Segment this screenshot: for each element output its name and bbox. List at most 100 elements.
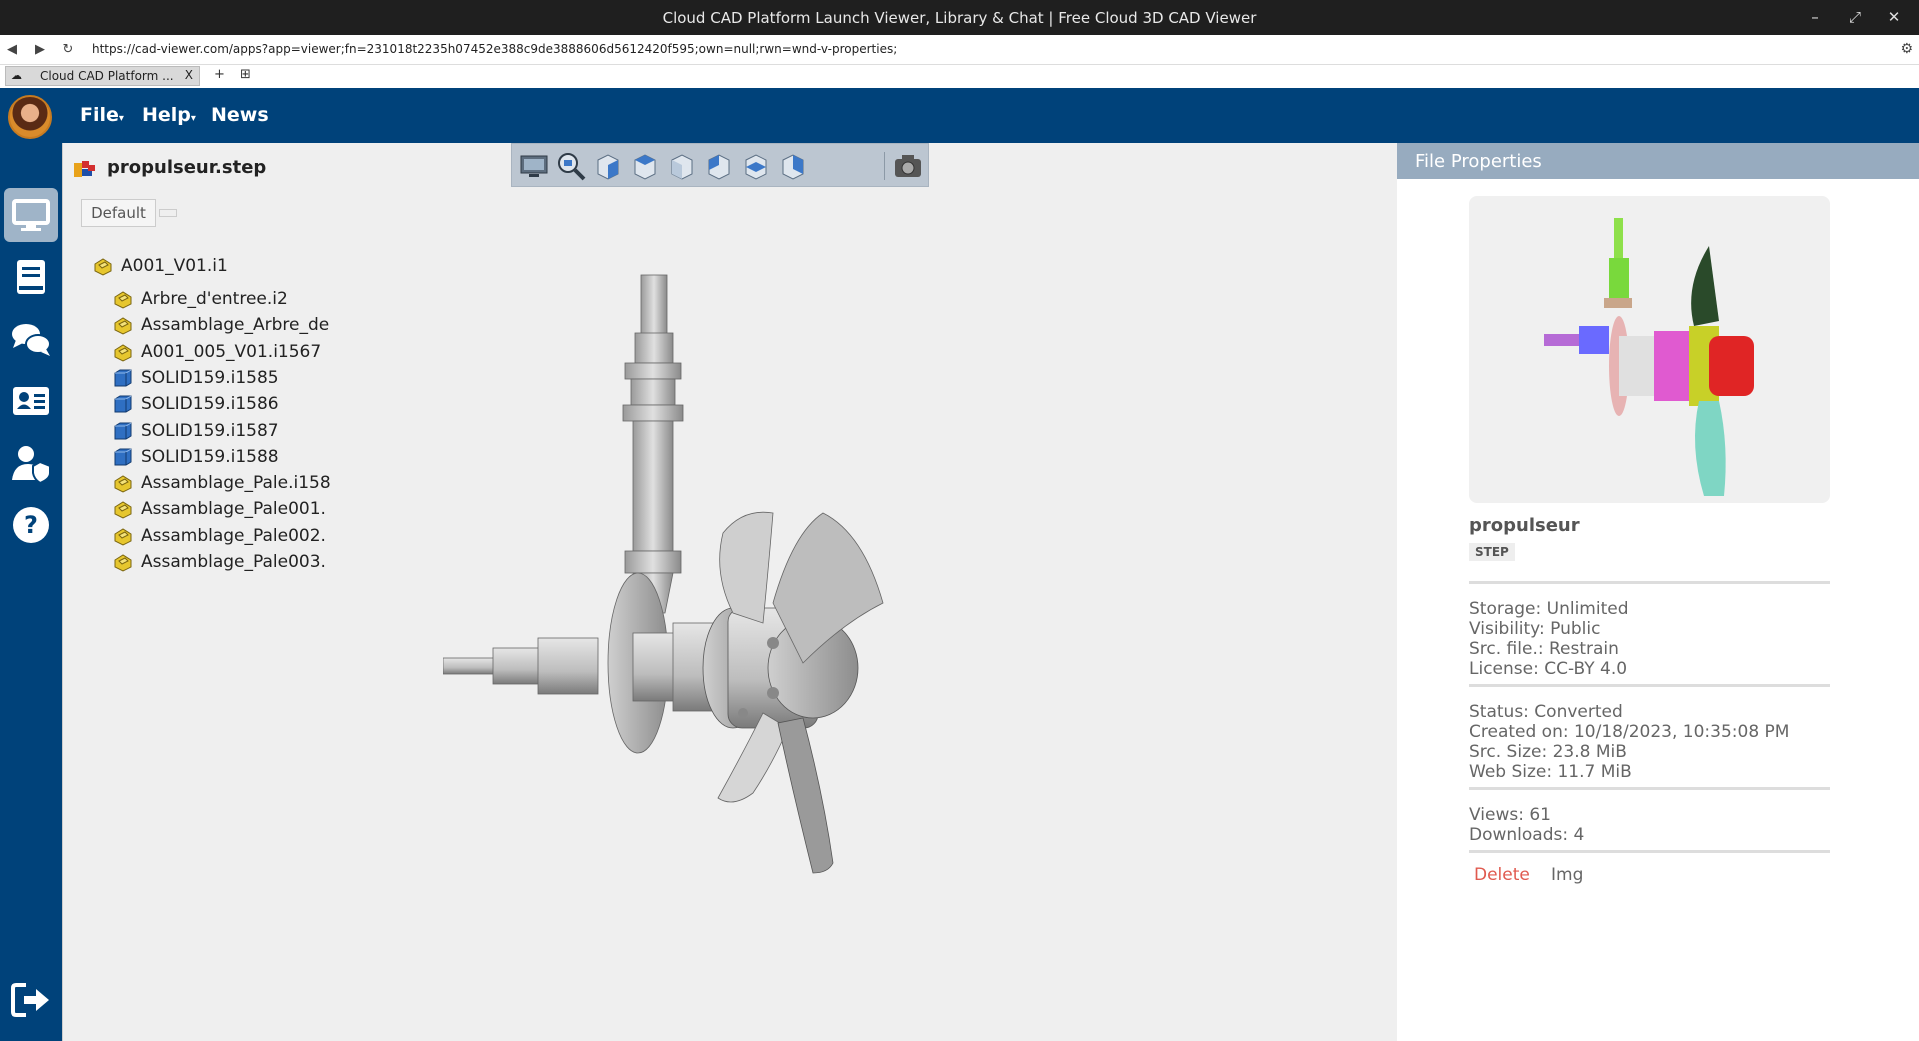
app-sidebar: ? [0,88,62,1041]
tree-item[interactable]: Assamblage_Pale003. [113,549,326,575]
tree-item[interactable]: Assamblage_Pale001. [113,496,326,522]
file-name: propulseur.step [107,157,267,178]
tab-bar: ☁ Cloud CAD Platform ... X [0,65,1919,88]
menu-help-label: Help [142,104,191,126]
3d-model-viewport[interactable] [443,273,983,913]
view-top-icon[interactable] [740,150,772,182]
tree-item[interactable]: Assamblage_Arbre_de [113,312,329,338]
src-file-info: Src. file.: Restrain [1469,639,1619,659]
assembly-icon [114,317,132,335]
assembly-tree: A001_V01.i1 Arbre_d'entree.i2 Assamblage_… [93,247,393,647]
tab-label: Cloud CAD Platform ... [40,69,174,83]
menu-news[interactable]: News [211,104,269,126]
close-window-button[interactable]: ✕ [1884,8,1904,26]
user-shield-icon[interactable] [4,436,58,490]
tree-item-label: SOLID159.i1587 [141,420,279,441]
configuration-select[interactable]: Default [81,199,156,227]
assembly-icon [114,528,132,546]
tree-item-label: Assamblage_Pale002. [141,525,326,546]
menu-help[interactable]: Help▾ [142,104,196,126]
divider [1469,787,1830,790]
zoom-fit-icon[interactable] [555,150,587,182]
assembly-icon [114,554,132,572]
tree-item[interactable]: Assamblage_Pale002. [113,523,326,549]
url-field[interactable]: https://cad-viewer.com/apps?app=viewer;f… [92,42,897,56]
tab-cad-platform[interactable]: ☁ Cloud CAD Platform ... X [5,66,200,86]
chevron-down-icon: ▾ [118,113,124,124]
tree-item-label: Assamblage_Pale003. [141,552,326,572]
menu-file-label: File [80,104,119,126]
assembly-icon [114,475,132,493]
divider [1469,850,1830,853]
chevron-down-icon: ▾ [190,113,196,124]
tree-item[interactable]: SOLID159.i1585 [113,365,279,391]
view-toolbar [511,143,929,187]
svg-text:?: ? [24,511,38,539]
tab-close-button[interactable]: X [185,68,193,82]
file-title: propulseur [1469,515,1580,536]
tree-item-label: SOLID159.i1585 [141,367,279,388]
img-button[interactable]: Img [1551,865,1583,885]
reload-icon[interactable]: ↻ [60,42,76,57]
avatar[interactable] [8,95,52,139]
delete-button[interactable]: Delete [1474,865,1530,885]
tree-item[interactable]: SOLID159.i1586 [113,391,279,417]
src-size-info: Src. Size: 23.8 MiB [1469,742,1627,762]
window-title: Cloud CAD Platform Launch Viewer, Librar… [662,9,1257,27]
tab-menu-button[interactable]: ⊞ [240,67,251,82]
new-tab-button[interactable]: + [214,67,225,82]
screenshot-camera-icon[interactable] [892,150,924,182]
properties-header: File Properties [1397,143,1919,179]
tree-item-label: Arbre_d'entree.i2 [141,289,288,309]
chat-icon[interactable] [4,312,58,366]
forward-icon[interactable]: ▶ [32,42,48,57]
contacts-icon[interactable] [4,374,58,428]
tree-item-label: Assamblage_Pale.i158 [141,473,331,494]
tree-root[interactable]: A001_V01.i1 [93,253,228,279]
tree-root-label: A001_V01.i1 [121,256,228,276]
library-icon[interactable] [4,250,58,304]
view-front-icon[interactable] [629,150,661,182]
tree-item-label: Assamblage_Arbre_de [141,315,330,336]
config-toggle[interactable] [159,209,177,217]
downloads-info: Downloads: 4 [1469,825,1585,845]
tree-item[interactable]: A001_005_V01.i1567 [113,339,321,365]
divider [1469,684,1830,687]
tree-item-label: Assamblage_Pale001. [141,499,326,520]
extension-icon[interactable]: ⚙ [1900,41,1913,57]
top-menu-bar: File▾ Help▾ News [62,88,1919,143]
tree-item-label: SOLID159.i1586 [141,394,279,415]
solid-icon [114,422,132,439]
solid-icon [114,369,132,387]
created-info: Created on: 10/18/2023, 10:35:08 PM [1469,722,1790,742]
tree-item-label: A001_005_V01.i1567 [141,341,322,362]
display-mode-icon[interactable] [518,150,550,182]
assembly-icon [114,291,132,309]
storage-info: Storage: Unlimited [1469,599,1629,619]
view-right-icon[interactable] [777,150,809,182]
view-left-icon[interactable] [703,150,735,182]
visibility-info: Visibility: Public [1469,619,1601,639]
maximize-button[interactable]: ⤢ [1845,8,1865,26]
status-info: Status: Converted [1469,702,1623,722]
tree-item[interactable]: SOLID159.i1588 [113,444,279,470]
logout-icon[interactable] [4,973,58,1027]
back-icon[interactable]: ◀ [4,42,20,57]
properties-panel: File Properties propulseur STEP Storage:… [1397,143,1919,1041]
cloud-icon: ☁ [11,69,22,82]
minimize-button[interactable]: – [1805,8,1825,26]
viewer-panel[interactable]: propulseur.step Default A001_V01.i1 Arbr… [62,143,1397,1041]
tree-item[interactable]: SOLID159.i1587 [113,418,279,444]
view-back-icon[interactable] [666,150,698,182]
tree-item[interactable]: Arbre_d'entree.i2 [113,286,288,312]
help-icon[interactable]: ? [4,498,58,552]
menu-file[interactable]: File▾ [80,104,124,126]
view-iso-icon[interactable] [592,150,624,182]
viewer-icon[interactable] [4,188,58,242]
license-info: License: CC-BY 4.0 [1469,659,1628,679]
model-thumbnail [1469,196,1830,503]
solid-icon [114,395,132,413]
tree-item[interactable]: Assamblage_Pale.i158 [113,470,331,496]
web-size-info: Web Size: 11.7 MiB [1469,762,1632,782]
window-titlebar: Cloud CAD Platform Launch Viewer, Librar… [0,0,1919,35]
